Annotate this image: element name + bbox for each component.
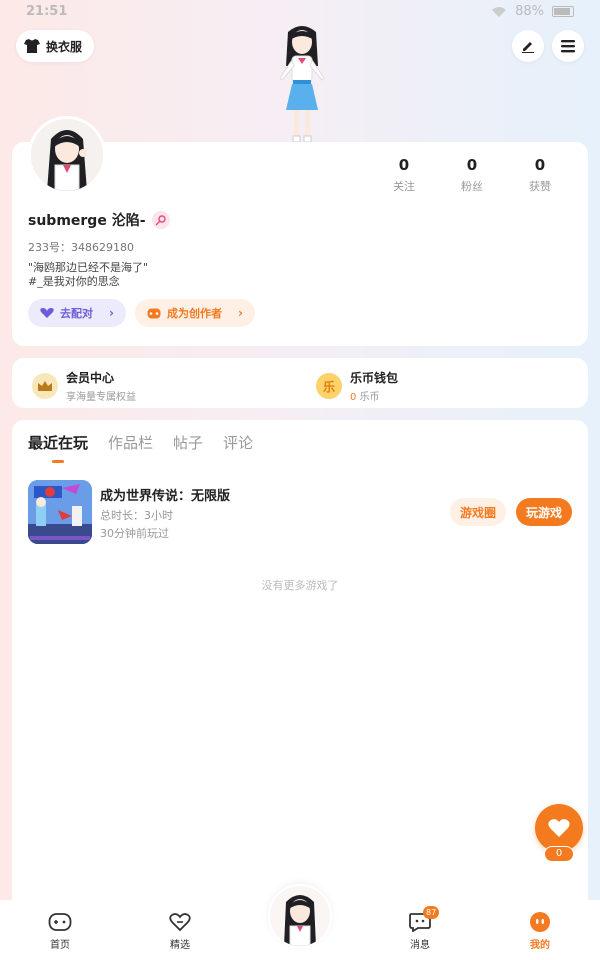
face-icon: [527, 910, 553, 934]
gamepad-icon: [147, 308, 161, 318]
status-bar: 21:51 88%: [0, 0, 600, 24]
stat-followers[interactable]: 0 粉丝: [438, 156, 506, 194]
status-icons: 88%: [491, 4, 574, 19]
play-game-button[interactable]: 玩游戏: [516, 498, 572, 526]
game-thumbnail[interactable]: [28, 480, 92, 544]
wallet-amount: 0: [350, 392, 357, 403]
character-avatar[interactable]: [262, 22, 342, 144]
battery-icon: [552, 6, 574, 17]
wallet-balance: 0 乐币: [350, 388, 398, 403]
hamburger-icon: [561, 40, 575, 53]
crown-icon: [32, 373, 58, 399]
chevron-right-icon: ›: [109, 306, 114, 320]
nav-mine[interactable]: 我的: [510, 910, 570, 951]
no-more-games-text: 没有更多游戏了: [261, 579, 339, 592]
edit-button[interactable]: [512, 30, 544, 62]
vip-wallet-card: 会员中心 享海量专属权益 乐 乐币钱包 0 乐币: [12, 358, 588, 408]
nav-messages-label: 消息: [410, 940, 430, 951]
status-time: 21:51: [26, 4, 68, 19]
bio: "海鸥那边已经不是海了" #_是我对你的思念: [28, 261, 148, 289]
nav-featured[interactable]: 精选: [150, 910, 210, 951]
member-title: 会员中心: [66, 371, 115, 385]
like-count: 0: [544, 846, 574, 862]
nav-featured-label: 精选: [170, 940, 190, 951]
stat-value: 0: [534, 156, 546, 174]
messages-badge: 87: [423, 906, 440, 919]
become-creator-button[interactable]: 成为创作者 ›: [135, 299, 255, 327]
heart-outline-icon: [167, 910, 193, 934]
profile-avatar[interactable]: [28, 116, 106, 194]
wallet-title: 乐币钱包: [350, 371, 399, 385]
stat-following[interactable]: 0 关注: [370, 156, 438, 194]
wifi-icon: [492, 6, 507, 17]
tab-recently-played[interactable]: 最近在玩: [28, 432, 88, 463]
user-id: 233号：348629180: [28, 241, 134, 254]
stat-label: 粉丝: [461, 180, 483, 193]
nav-mine-label: 我的: [530, 940, 550, 951]
shirt-icon: [24, 39, 40, 53]
wallet-unit: 乐币: [359, 392, 380, 403]
stat-value: 0: [398, 156, 410, 174]
menu-button[interactable]: [552, 30, 584, 62]
content-card: 最近在玩 作品栏 帖子 评论 成为世界传说：无限版 总时长：3小时 30分钟前玩…: [12, 420, 588, 920]
chat-icon: 87: [407, 906, 440, 934]
game-playtime: 总时长：3小时: [100, 509, 173, 522]
game-title: 成为世界传说：无限版: [100, 489, 231, 504]
avatar-portrait: [270, 886, 330, 946]
coin-icon: 乐: [316, 373, 342, 399]
stat-value: 0: [466, 156, 478, 174]
nav-home-label: 首页: [50, 940, 70, 951]
match-button[interactable]: 去配对 ›: [28, 299, 126, 327]
bio-line: #_是我对你的思念: [28, 275, 120, 288]
tab-posts[interactable]: 帖子: [173, 432, 203, 453]
content-tabs: 最近在玩 作品栏 帖子 评论: [28, 432, 253, 463]
tab-comments[interactable]: 评论: [223, 432, 253, 453]
bio-line: "海鸥那边已经不是海了": [28, 261, 149, 274]
member-subtitle: 享海量专属权益: [66, 392, 136, 403]
nav-home[interactable]: 首页: [30, 910, 90, 951]
profile-card: 0 关注 0 粉丝 0 获赞 submerge 沦陷- 233号：3486291…: [12, 116, 588, 346]
heart-pair-icon: [40, 308, 54, 318]
match-label: 去配对: [60, 307, 93, 320]
stats-row: 0 关注 0 粉丝 0 获赞: [370, 156, 574, 194]
game-last-played: 30分钟前玩过: [100, 527, 169, 540]
nav-messages[interactable]: 87 消息: [390, 906, 450, 951]
floating-like-button[interactable]: [535, 804, 583, 852]
creator-label: 成为创作者: [167, 307, 222, 320]
gamepad-icon: [47, 910, 73, 934]
heart-icon: [548, 819, 570, 837]
change-outfit-button[interactable]: 换衣服: [16, 30, 95, 62]
pencil-icon: [522, 42, 534, 53]
tab-works[interactable]: 作品栏: [108, 432, 153, 453]
avatar-portrait: [31, 119, 103, 191]
change-outfit-label: 换衣服: [46, 39, 83, 54]
stat-label: 获赞: [529, 180, 551, 193]
center-character-button[interactable]: [268, 884, 332, 948]
member-center[interactable]: 会员中心 享海量专属权益: [32, 369, 136, 403]
game-circle-button[interactable]: 游戏圈: [450, 498, 506, 526]
game-list-item[interactable]: 成为世界传说：无限版 总时长：3小时 30分钟前玩过 游戏圈 玩游戏: [28, 480, 572, 544]
stat-label: 关注: [393, 180, 415, 193]
key-badge-icon[interactable]: [151, 211, 170, 229]
chevron-right-icon: ›: [238, 306, 243, 320]
stat-likes[interactable]: 0 获赞: [506, 156, 574, 194]
coin-wallet[interactable]: 乐 乐币钱包 0 乐币: [316, 369, 398, 403]
battery-percent: 88%: [515, 4, 544, 19]
username: submerge 沦陷-: [28, 213, 146, 229]
username-row: submerge 沦陷-: [28, 210, 170, 230]
